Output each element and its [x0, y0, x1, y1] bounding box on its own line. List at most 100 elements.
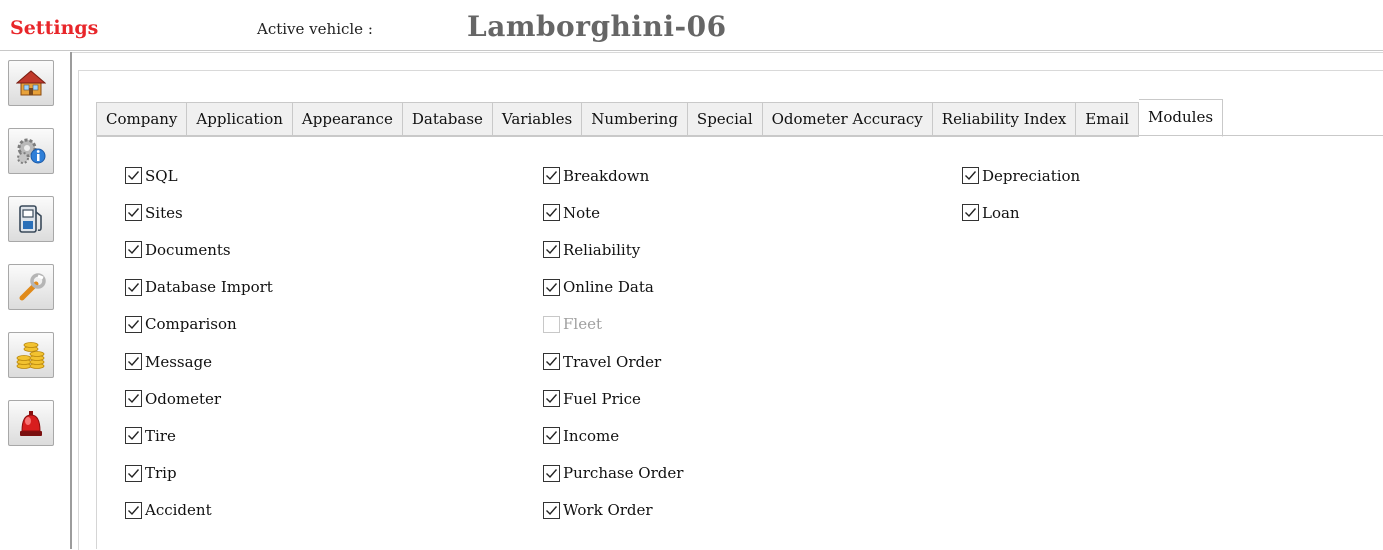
module-label: Reliability	[563, 240, 641, 259]
module-documents-checkbox[interactable]: Documents	[125, 231, 273, 268]
module-work-order-checkbox[interactable]: Work Order	[543, 492, 683, 529]
checkbox-box[interactable]	[543, 501, 560, 519]
module-loan-checkbox[interactable]: Loan	[962, 194, 1080, 231]
checkmark-icon	[128, 505, 140, 515]
page-title: Settings	[10, 17, 99, 39]
tab-application[interactable]: Application	[187, 102, 293, 137]
maintenance-button[interactable]	[8, 264, 54, 310]
checkbox-box[interactable]	[125, 278, 142, 296]
module-label: Fleet	[563, 315, 602, 334]
checkbox-box[interactable]	[125, 353, 142, 371]
checkbox-box[interactable]	[543, 353, 560, 371]
checkbox-box[interactable]	[543, 464, 560, 482]
tab-variables[interactable]: Variables	[492, 102, 583, 137]
module-travel-order-checkbox[interactable]: Travel Order	[543, 343, 683, 380]
module-label: Work Order	[563, 501, 653, 520]
module-trip-checkbox[interactable]: Trip	[125, 455, 273, 492]
module-label: Sites	[145, 203, 183, 222]
sidebar-toolbar	[0, 52, 70, 549]
settings-tabs: Company Application Appearance Database …	[96, 99, 1224, 137]
checkbox-box[interactable]	[543, 204, 560, 222]
module-reliability-checkbox[interactable]: Reliability	[543, 231, 683, 268]
tab-odometer-accuracy[interactable]: Odometer Accuracy	[762, 102, 933, 137]
module-sites-checkbox[interactable]: Sites	[125, 194, 273, 231]
checkmark-icon	[128, 245, 140, 255]
module-purchase-order-checkbox[interactable]: Purchase Order	[543, 455, 683, 492]
checkbox-box[interactable]	[125, 241, 142, 259]
settings-info-button[interactable]	[8, 128, 54, 174]
tab-database[interactable]: Database	[402, 102, 493, 137]
header: Settings Active vehicle : Lamborghini-06	[0, 0, 1383, 50]
module-fuel-price-checkbox[interactable]: Fuel Price	[543, 380, 683, 417]
checkmark-icon	[128, 431, 140, 441]
tab-appearance[interactable]: Appearance	[292, 102, 403, 137]
module-database-import-checkbox[interactable]: Database Import	[125, 269, 273, 306]
checkmark-icon	[546, 394, 558, 404]
module-label: Message	[145, 352, 213, 371]
active-vehicle-label: Active vehicle :	[257, 20, 373, 38]
main-panel	[78, 70, 1383, 550]
checkbox-box[interactable]	[125, 427, 142, 445]
checkbox-box[interactable]	[962, 167, 979, 185]
checkbox-box[interactable]	[543, 315, 560, 333]
checkbox-box[interactable]	[543, 390, 560, 408]
module-tire-checkbox[interactable]: Tire	[125, 417, 273, 454]
checkbox-box[interactable]	[962, 204, 979, 222]
sidebar-divider	[70, 52, 72, 549]
checkbox-box[interactable]	[543, 167, 560, 185]
fuel-button[interactable]	[8, 196, 54, 242]
checkbox-box[interactable]	[125, 167, 142, 185]
module-label: Purchase Order	[563, 464, 684, 483]
tab-reliability-index[interactable]: Reliability Index	[932, 102, 1077, 137]
gears-info-icon	[17, 138, 46, 164]
checkbox-box[interactable]	[543, 427, 560, 445]
module-label: Accident	[145, 501, 212, 520]
module-label: Online Data	[563, 278, 654, 297]
module-comparison-checkbox[interactable]: Comparison	[125, 306, 273, 343]
module-income-checkbox[interactable]: Income	[543, 417, 683, 454]
module-depreciation-checkbox[interactable]: Depreciation	[962, 157, 1080, 194]
module-label: Income	[563, 426, 620, 445]
checkbox-box[interactable]	[125, 315, 142, 333]
module-breakdown-checkbox[interactable]: Breakdown	[543, 157, 683, 194]
module-odometer-checkbox[interactable]: Odometer	[125, 380, 273, 417]
checkmark-icon	[546, 468, 558, 478]
module-label: Tire	[145, 426, 176, 445]
alarm-button[interactable]	[8, 400, 54, 446]
header-divider	[0, 50, 1383, 51]
home-icon	[16, 70, 46, 96]
tab-modules[interactable]: Modules	[1139, 99, 1224, 137]
checkbox-box[interactable]	[125, 390, 142, 408]
home-button[interactable]	[8, 60, 54, 106]
module-message-checkbox[interactable]: Message	[125, 343, 273, 380]
module-label: Travel Order	[563, 352, 662, 371]
tab-email[interactable]: Email	[1076, 102, 1140, 137]
tab-company[interactable]: Company	[96, 102, 188, 137]
fuel-pump-icon	[19, 205, 42, 233]
tab-numbering[interactable]: Numbering	[582, 102, 688, 137]
finance-button[interactable]	[8, 332, 54, 378]
module-label: Loan	[982, 203, 1020, 222]
checkmark-icon	[128, 282, 140, 292]
module-label: Trip	[145, 464, 177, 483]
checkmark-icon	[128, 319, 140, 329]
checkbox-box[interactable]	[125, 464, 142, 482]
module-sql-checkbox[interactable]: SQL	[125, 157, 273, 194]
module-label: Note	[563, 203, 601, 222]
module-label: SQL	[145, 166, 178, 185]
checkbox-box[interactable]	[543, 278, 560, 296]
modules-column-2: Breakdown Note Reliability Online Data Fleet…	[543, 157, 683, 529]
checkbox-box[interactable]	[543, 241, 560, 259]
tab-special[interactable]: Special	[687, 102, 763, 137]
checkmark-icon	[546, 282, 558, 292]
module-accident-checkbox[interactable]: Accident	[125, 492, 273, 529]
checkmark-icon	[546, 245, 558, 255]
tab-strip-baseline	[96, 135, 1383, 136]
checkbox-box[interactable]	[125, 204, 142, 222]
module-note-checkbox[interactable]: Note	[543, 194, 683, 231]
module-label: Breakdown	[563, 166, 650, 185]
wrench-icon	[19, 273, 46, 301]
module-online-data-checkbox[interactable]: Online Data	[543, 269, 683, 306]
checkmark-icon	[128, 171, 140, 181]
checkbox-box[interactable]	[125, 501, 142, 519]
